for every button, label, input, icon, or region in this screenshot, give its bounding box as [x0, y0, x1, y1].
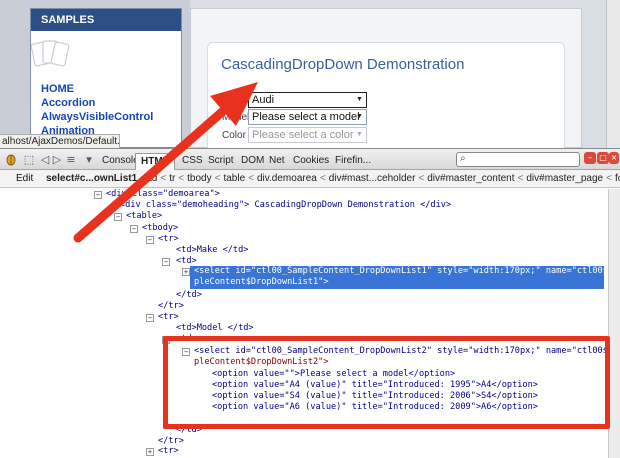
samples-header: SAMPLES: [31, 9, 181, 31]
inspect-icon[interactable]: ⬚: [22, 152, 36, 168]
annotation-highlight-box: [163, 336, 610, 429]
dropdown-icon[interactable]: ▾: [84, 152, 94, 168]
breadcrumb-item[interactable]: for: [615, 173, 620, 184]
firebug-bug-icon[interactable]: [4, 152, 18, 168]
make-dropdown-value: Audi: [252, 94, 275, 106]
color-label: Color: [222, 130, 246, 141]
model-label: Model: [222, 112, 250, 123]
expand-toggle[interactable]: +: [146, 448, 154, 456]
samples-sidebar: SAMPLES HOME Accordion AlwaysVisibleCont…: [30, 8, 182, 148]
back-icon[interactable]: ◁: [40, 152, 50, 168]
page-scrollbar[interactable]: [606, 0, 620, 148]
tab-cookies[interactable]: Cookies: [288, 153, 334, 170]
tree-node[interactable]: <div class="demoheading"> CascadingDropD…: [120, 200, 451, 211]
color-dropdown[interactable]: Please select a color ▼: [248, 127, 367, 143]
firebug-toolbar: ⬚ ◁ ▷ ≡ ▾ Console HTML CSS Script DOM Ne…: [0, 148, 620, 170]
make-dropdown[interactable]: Audi ▼: [248, 92, 367, 108]
sample-link-alwaysvisiblecontrol[interactable]: AlwaysVisibleControl: [41, 110, 153, 124]
collapse-toggle[interactable]: −: [130, 225, 138, 233]
tab-net[interactable]: Net: [264, 153, 290, 170]
tab-script[interactable]: Script: [203, 153, 239, 170]
breadcrumb-item[interactable]: div#mast...ceholder: [329, 173, 416, 184]
make-label: Make: [222, 95, 247, 106]
breadcrumb-item[interactable]: div#master_content: [427, 173, 514, 184]
tree-node[interactable]: </td>: [176, 290, 202, 301]
tree-node[interactable]: <tbody>: [142, 223, 178, 234]
sample-link-accordion[interactable]: Accordion: [41, 96, 153, 110]
model-dropdown-value: Please select a model: [252, 111, 360, 123]
tree-node[interactable]: <table>: [126, 211, 162, 222]
sample-link-home[interactable]: HOME: [41, 82, 153, 96]
tree-node[interactable]: <td>Make </td>: [176, 245, 248, 256]
tree-node[interactable]: <td>Model </td>: [176, 323, 254, 334]
left-panel: SAMPLES HOME Accordion AlwaysVisibleCont…: [0, 0, 190, 148]
breadcrumb-item[interactable]: tbody: [187, 173, 211, 184]
tree-node[interactable]: <tr>: [158, 446, 179, 457]
search-icon: ⌕: [460, 153, 466, 164]
demo-heading: CascadingDropDown Demonstration: [221, 56, 465, 73]
browser-page-area: SAMPLES HOME Accordion AlwaysVisibleCont…: [0, 0, 620, 148]
tab-firefinder[interactable]: Firefin...: [330, 153, 376, 170]
chevron-down-icon: ▼: [356, 131, 363, 138]
tab-html[interactable]: HTML: [135, 153, 175, 170]
tree-node[interactable]: <tr>: [158, 312, 179, 323]
cards-logo-icon: [31, 40, 70, 67]
collapse-toggle[interactable]: −: [94, 191, 102, 199]
breadcrumb: select#c...ownList1 < td < tr < tbody < table < di…: [46, 173, 620, 184]
breadcrumb-item[interactable]: table: [223, 173, 245, 184]
chevron-down-icon: ▼: [356, 113, 363, 120]
minimize-icon[interactable]: –: [584, 152, 596, 164]
forward-icon[interactable]: ▷: [52, 152, 62, 168]
breadcrumb-item[interactable]: div#master_page: [526, 173, 603, 184]
status-bar-url: alhost/AjaxDemos/Default.aspx: [0, 134, 120, 148]
collapse-toggle[interactable]: −: [114, 213, 122, 221]
tree-node[interactable]: </tr>: [158, 301, 184, 312]
selected-tree-node[interactable]: + <select id="ctl00_SampleContent_DropDo…: [182, 266, 608, 289]
detach-icon[interactable]: ▢: [597, 152, 609, 164]
firebug-search-input[interactable]: ⌕: [456, 152, 580, 167]
breadcrumb-item[interactable]: div.demoarea: [257, 173, 317, 184]
tree-node-text: pleContent$DropDownList1">: [194, 277, 329, 287]
chevron-down-icon: ▼: [356, 96, 363, 103]
sample-links-list: HOME Accordion AlwaysVisibleControl Anim…: [41, 82, 153, 138]
demo-card: CascadingDropDown Demonstration Make Aud…: [207, 42, 565, 148]
collapse-toggle[interactable]: −: [162, 258, 170, 266]
tree-node[interactable]: <tr>: [158, 234, 179, 245]
collapse-toggle[interactable]: −: [146, 314, 154, 322]
tree-node-text: <select id="ctl00_SampleContent_DropDown…: [194, 266, 608, 276]
breadcrumb-item[interactable]: select#c...ownList1: [46, 173, 137, 184]
menu-icon[interactable]: ≡: [64, 152, 78, 168]
edit-button[interactable]: Edit: [16, 173, 33, 184]
breadcrumb-item[interactable]: td: [149, 173, 157, 184]
close-icon[interactable]: ×: [609, 152, 619, 164]
collapse-toggle[interactable]: −: [146, 236, 154, 244]
expand-toggle[interactable]: +: [182, 268, 190, 276]
model-dropdown[interactable]: Please select a model ▼: [248, 109, 367, 125]
demo-content-area: CascadingDropDown Demonstration Make Aud…: [190, 8, 582, 148]
breadcrumb-item[interactable]: tr: [169, 173, 175, 184]
tree-node[interactable]: <div class="demoarea">: [106, 189, 220, 200]
color-dropdown-value: Please select a color: [252, 129, 354, 141]
html-breadcrumb-bar: Edit select#c...ownList1 < td < tr < tbody < tab…: [0, 170, 620, 188]
